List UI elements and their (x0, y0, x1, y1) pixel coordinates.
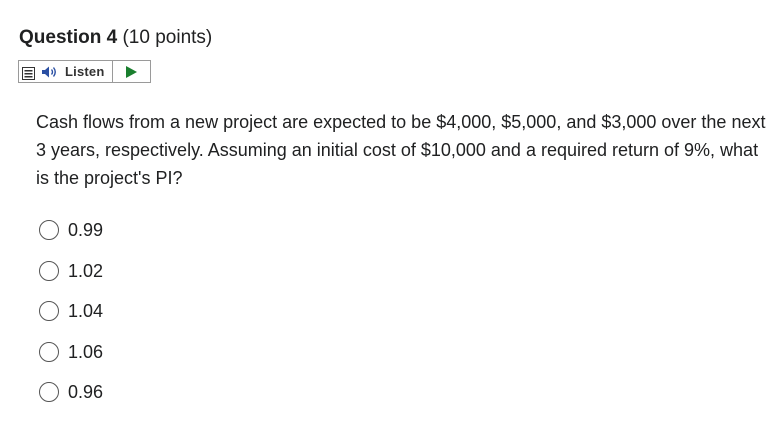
option-label: 0.96 (68, 382, 104, 402)
radio-button[interactable] (39, 220, 59, 240)
question-points: (10 points) (122, 27, 213, 48)
radio-button[interactable] (39, 301, 59, 321)
answer-option[interactable]: 0.99 (39, 218, 103, 242)
listen-toolbar: Listen (18, 60, 151, 83)
listen-button[interactable]: Listen (65, 64, 104, 79)
radio-button[interactable] (39, 341, 59, 362)
option-label: 1.02 (68, 260, 104, 281)
answer-option[interactable]: 1.02 (39, 259, 103, 283)
play-icon (126, 65, 138, 78)
answer-option[interactable]: 1.04 (39, 299, 103, 323)
question-text: Cash flows from a new project are expect… (36, 112, 766, 188)
option-label: 1.04 (68, 301, 104, 321)
option-label: 0.99 (68, 220, 104, 240)
option-label: 1.06 (68, 341, 104, 362)
play-button[interactable] (113, 61, 150, 82)
answer-option[interactable]: 1.06 (39, 340, 103, 364)
question-title: Question 4 (19, 27, 118, 48)
answer-options: 0.99 1.02 1.04 1.06 0.96 (39, 218, 103, 421)
radio-button[interactable] (39, 382, 59, 402)
answer-option[interactable]: 0.96 (39, 380, 103, 404)
menu-icon[interactable] (22, 67, 35, 80)
radio-button[interactable] (39, 260, 59, 281)
speaker-icon[interactable] (41, 65, 61, 79)
question-header: Question 4 (10 points) (19, 26, 212, 50)
